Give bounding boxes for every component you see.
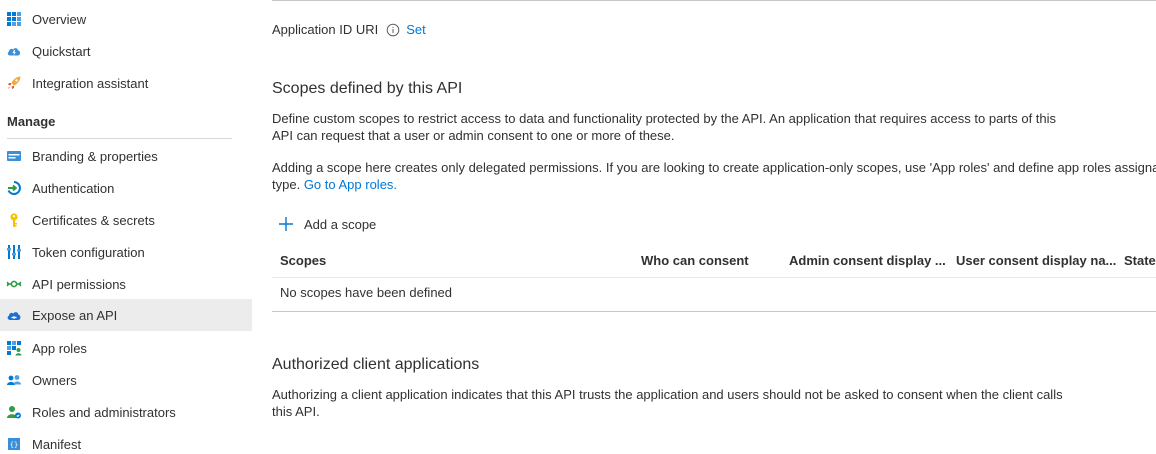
sidebar-item-overview[interactable]: Overview <box>0 3 252 35</box>
api-permissions-icon <box>6 276 22 292</box>
go-to-app-roles-link[interactable]: Go to App roles. <box>304 177 397 192</box>
table-header: Scopes Who can consent Admin consent dis… <box>272 246 1156 278</box>
sidebar-item-expose-an-api[interactable]: Expose an API <box>0 299 252 331</box>
empty-state-text: No scopes have been defined <box>280 285 453 300</box>
branding-icon <box>6 148 22 164</box>
sidebar-item-label: API permissions <box>32 276 126 292</box>
authentication-icon <box>6 180 22 196</box>
grid-icon <box>6 11 22 27</box>
sidebar-item-quickstart[interactable]: Quickstart <box>0 35 252 67</box>
sidebar-item-label: Manifest <box>32 436 82 452</box>
set-application-id-uri-link[interactable]: Set <box>406 22 426 37</box>
sidebar-item-manifest[interactable]: {} Manifest <box>0 428 252 454</box>
app-roles-icon <box>6 340 22 356</box>
sidebar-item-label: Expose an API <box>32 307 118 323</box>
section-divider <box>7 138 232 139</box>
sidebar-item-roles-administrators[interactable]: Roles and administrators <box>0 396 252 428</box>
scopes-description: Define custom scopes to restrict access … <box>272 110 1072 144</box>
top-divider <box>272 0 1156 1</box>
sidebar-item-integration-assistant[interactable]: Integration assistant <box>0 67 252 99</box>
column-header-state[interactable]: State <box>1124 253 1156 268</box>
sidebar-item-owners[interactable]: Owners <box>0 364 252 396</box>
sidebar-item-label: Owners <box>32 372 77 388</box>
info-icon[interactable] <box>386 23 400 37</box>
key-icon <box>6 212 22 228</box>
sidebar-item-label: Branding & properties <box>32 148 158 164</box>
add-scope-label: Add a scope <box>304 216 377 232</box>
scopes-description-line: API can request that a user or admin con… <box>272 128 675 143</box>
sidebar-item-api-permissions[interactable]: API permissions <box>0 268 252 300</box>
scopes-table: Scopes Who can consent Admin consent dis… <box>272 246 1156 312</box>
application-id-uri-row: Application ID URI Set <box>272 22 426 37</box>
table-empty-row: No scopes have been defined <box>272 278 1156 312</box>
column-header-scopes[interactable]: Scopes <box>280 253 326 268</box>
scopes-description-line: Define custom scopes to restrict access … <box>272 111 1057 126</box>
column-header-admin-consent-display[interactable]: Admin consent display ... <box>789 253 946 268</box>
plus-icon <box>278 216 294 232</box>
sidebar-item-token-configuration[interactable]: Token configuration <box>0 236 252 268</box>
scopes-note-prefix: type. <box>272 177 301 192</box>
sidebar-item-app-roles[interactable]: App roles <box>0 332 252 364</box>
column-header-user-consent-display[interactable]: User consent display na... <box>956 253 1116 268</box>
manage-section-heading: Manage <box>7 114 56 129</box>
sidebar-item-certificates-secrets[interactable]: Certificates & secrets <box>0 204 252 236</box>
sidebar-nav: Overview Quickstart Integration assistan… <box>0 0 252 454</box>
rocket-icon <box>6 75 22 91</box>
sidebar-item-branding-properties[interactable]: Branding & properties <box>0 140 252 172</box>
scopes-section-title: Scopes defined by this API <box>272 80 463 97</box>
sidebar-item-label: Integration assistant <box>32 75 149 91</box>
scopes-note-line: Adding a scope here creates only delegat… <box>272 160 1156 175</box>
add-scope-button[interactable]: Add a scope <box>278 216 376 232</box>
sidebar-item-label: Authentication <box>32 180 115 196</box>
main-content: Application ID URI Set Scopes defined by… <box>252 0 1156 454</box>
cloud-bolt-icon <box>6 43 22 59</box>
authorized-clients-description: Authorizing a client application indicat… <box>272 386 1072 420</box>
application-id-uri-label: Application ID URI <box>272 22 379 37</box>
scopes-note-line: type. Go to App roles. <box>272 176 1156 193</box>
sidebar-item-label: Roles and administrators <box>32 404 176 420</box>
sidebar-item-label: Certificates & secrets <box>32 212 155 228</box>
sidebar-item-label: App roles <box>32 340 87 356</box>
expose-api-cloud-icon <box>6 307 22 323</box>
authorized-clients-description-line: this API. <box>272 404 320 419</box>
column-header-who-can-consent[interactable]: Who can consent <box>641 253 749 268</box>
roles-admins-icon <box>6 404 22 420</box>
scopes-note: Adding a scope here creates only delegat… <box>272 159 1156 193</box>
manifest-icon: {} <box>6 436 22 452</box>
authorized-clients-section-title: Authorized client applications <box>272 356 480 373</box>
sidebar-item-label: Quickstart <box>32 43 91 59</box>
owners-icon <box>6 372 22 388</box>
sidebar-item-authentication[interactable]: Authentication <box>0 172 252 204</box>
authorized-clients-description-line: Authorizing a client application indicat… <box>272 387 1063 402</box>
sidebar-item-label: Overview <box>32 11 87 27</box>
sidebar-item-label: Token configuration <box>32 244 145 260</box>
svg-text:{}: {} <box>10 441 18 449</box>
token-config-icon <box>6 244 22 260</box>
